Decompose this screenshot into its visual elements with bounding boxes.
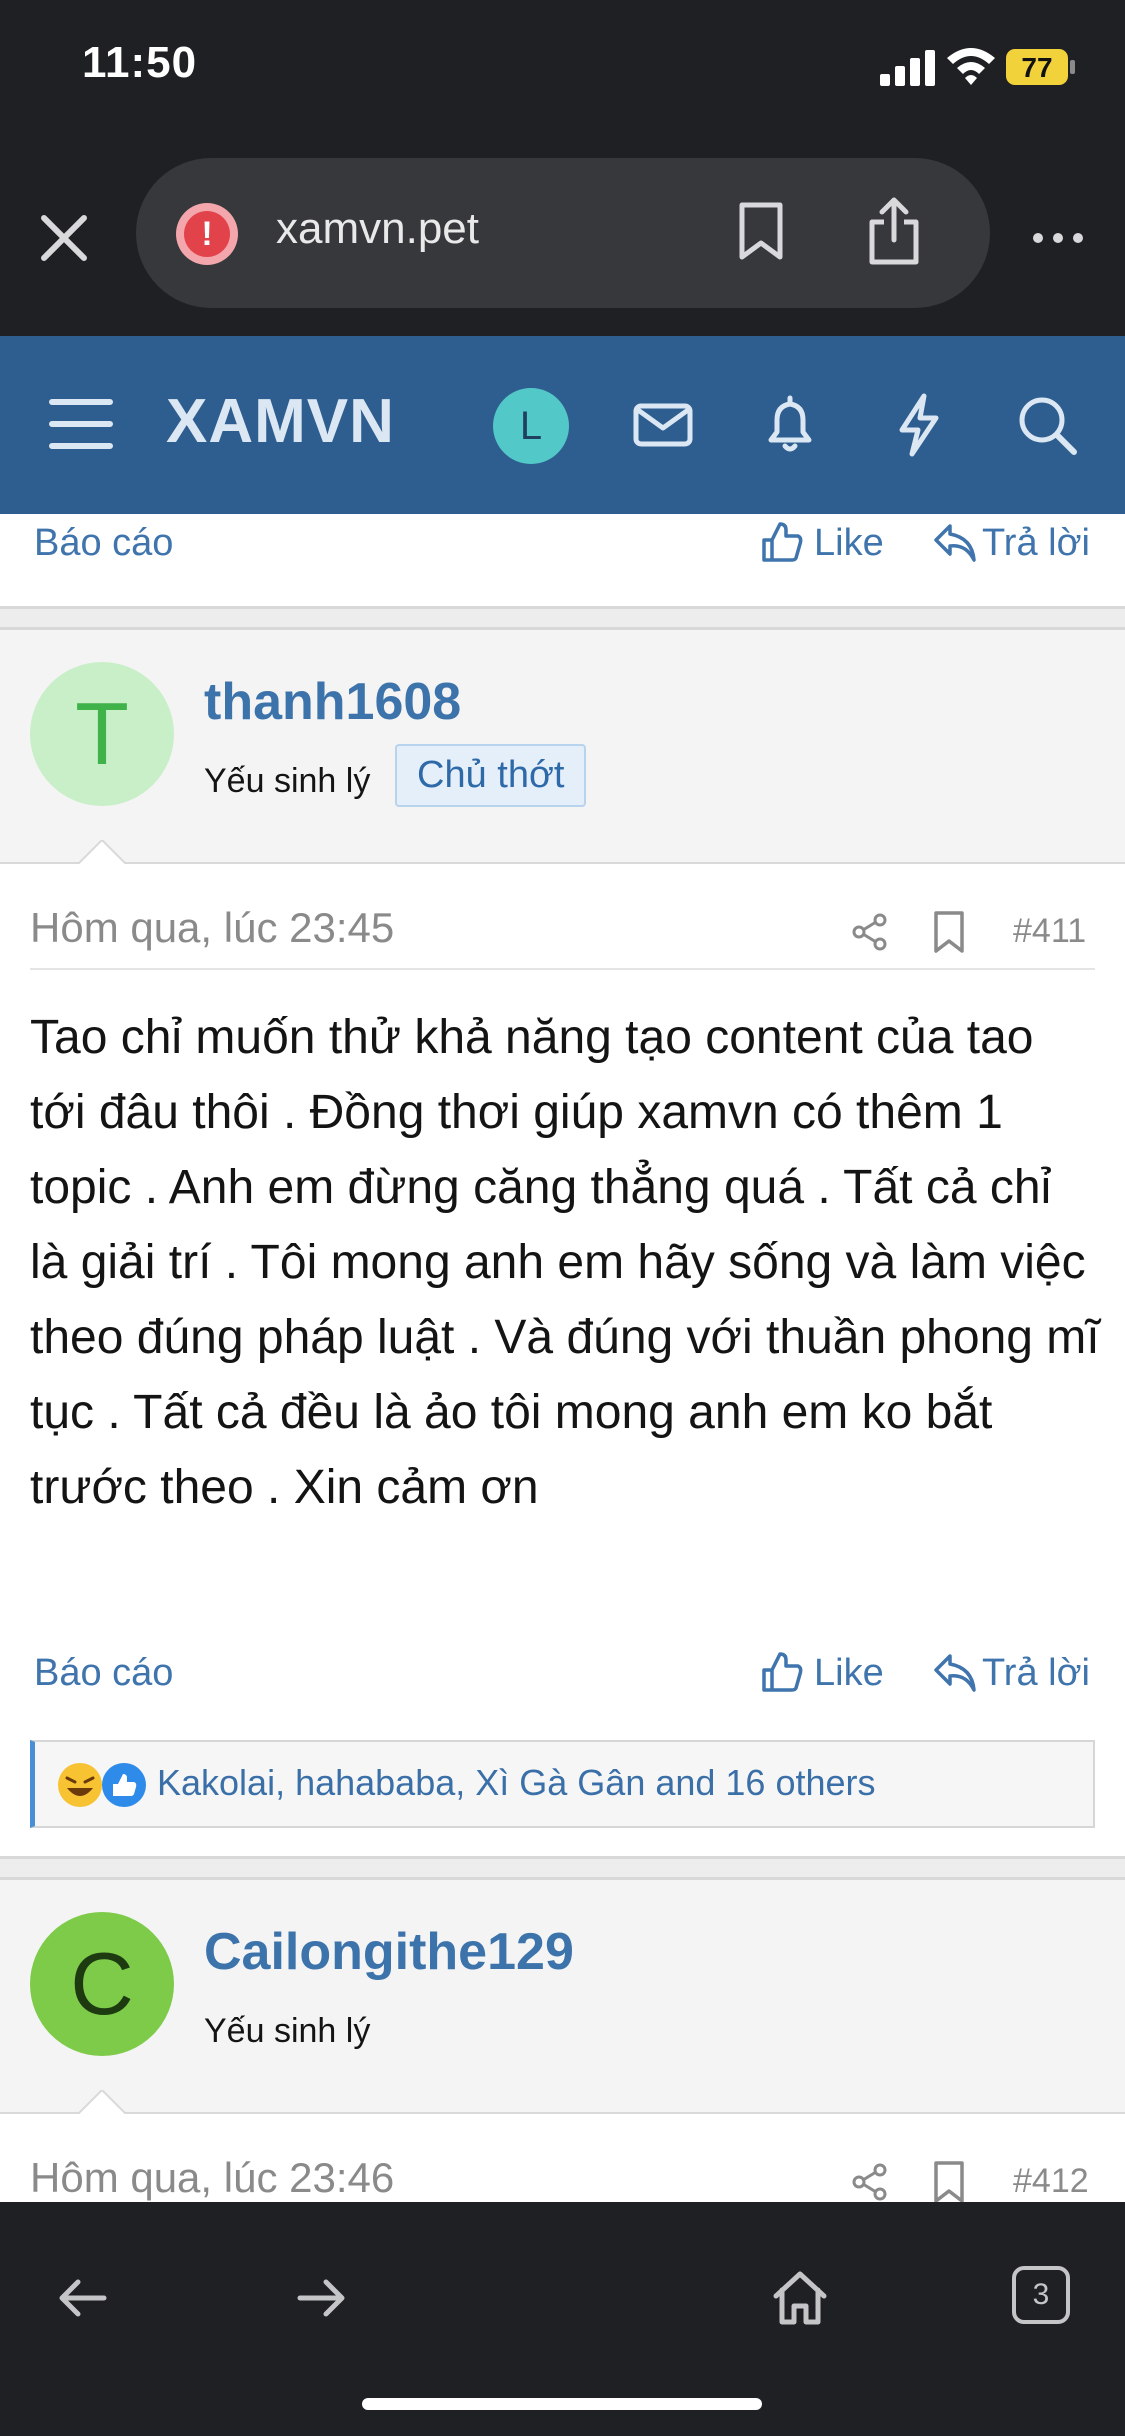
home-icon[interactable] — [770, 2268, 830, 2328]
browser-toolbar: ! xamvn.pet — [0, 140, 1125, 336]
like-label: Like — [814, 522, 884, 564]
reply-icon — [934, 1654, 976, 1692]
bookmark-icon[interactable] — [930, 2160, 968, 2204]
bookmark-icon[interactable] — [930, 910, 968, 954]
user-title: Yếu sinh lý — [204, 762, 371, 800]
more-icon[interactable] — [1030, 218, 1086, 258]
lightning-icon[interactable] — [886, 392, 952, 458]
post-separator — [0, 606, 1125, 630]
site-logo[interactable]: XAMVN — [166, 386, 395, 457]
like-button[interactable]: Like — [760, 1652, 884, 1695]
post-number[interactable]: #411 — [1013, 912, 1086, 951]
post-separator — [0, 1856, 1125, 1880]
post-number[interactable]: #412 — [1013, 2162, 1089, 2201]
post-2-user-header: C Cailongithe129 Yếu sinh lý — [0, 1880, 1125, 2116]
close-icon[interactable] — [36, 210, 92, 266]
browser-bottom-toolbar: 3 — [0, 2202, 1125, 2436]
post-1-meta: Hôm qua, lúc 23:45 #411 — [30, 900, 1095, 970]
share-icon[interactable] — [850, 2162, 890, 2202]
post-1-actions: Báo cáo Like Trả lời — [0, 1642, 1125, 1712]
share-icon[interactable] — [866, 196, 922, 266]
alert-icon[interactable]: ! — [176, 203, 238, 265]
reactions-text[interactable]: Kakolai, hahababa, Xì Gà Gân and 16 othe… — [157, 1762, 876, 1804]
thumbs-up-icon — [762, 522, 803, 562]
wifi-icon — [947, 48, 995, 85]
reply-label: Trả lời — [982, 522, 1090, 564]
site-header: XAMVN L — [0, 336, 1125, 514]
search-icon[interactable] — [1014, 392, 1080, 458]
menu-icon[interactable] — [48, 394, 114, 454]
username[interactable]: Cailongithe129 — [204, 1922, 574, 1982]
reactions-bar[interactable]: Kakolai, hahababa, Xì Gà Gân and 16 othe… — [30, 1740, 1095, 1828]
url-text[interactable]: xamvn.pet — [276, 204, 479, 254]
like-button[interactable]: Like — [760, 522, 884, 565]
bell-icon[interactable] — [757, 392, 823, 458]
report-link[interactable]: Báo cáo — [34, 522, 173, 565]
arrow-notch — [76, 2090, 128, 2116]
user-avatar[interactable]: C — [30, 1912, 174, 2056]
reply-icon — [934, 524, 976, 562]
forward-icon[interactable] — [292, 2268, 352, 2328]
post-1-body: Tao chỉ muốn thử khả năng tạo content củ… — [30, 1011, 1100, 1514]
reply-button[interactable]: Trả lời — [932, 522, 1090, 565]
share-icon[interactable] — [850, 912, 890, 952]
like-label: Like — [814, 1652, 884, 1694]
address-bar[interactable]: ! xamvn.pet — [136, 158, 990, 308]
report-link[interactable]: Báo cáo — [34, 1652, 173, 1695]
status-bar: 11:50 77 — [0, 0, 1125, 140]
thumbs-up-icon — [762, 1652, 803, 1692]
back-icon[interactable] — [52, 2268, 112, 2328]
tabs-icon[interactable]: 3 — [1012, 2266, 1070, 2324]
home-indicator[interactable] — [362, 2398, 762, 2410]
status-time: 11:50 — [82, 38, 198, 87]
user-title: Yếu sinh lý — [204, 2012, 371, 2050]
account-avatar[interactable]: L — [493, 388, 569, 464]
post-date[interactable]: Hôm qua, lúc 23:45 — [30, 904, 394, 952]
reply-label: Trả lời — [982, 1652, 1090, 1694]
cellular-signal-icon — [880, 50, 935, 86]
bookmark-icon[interactable] — [736, 201, 786, 261]
username[interactable]: thanh1608 — [204, 672, 461, 732]
arrow-notch — [76, 840, 128, 866]
mail-icon[interactable] — [630, 392, 696, 458]
battery-level: 77 — [1021, 52, 1052, 83]
user-avatar[interactable]: T — [30, 662, 174, 806]
like-reaction-icon — [102, 1763, 146, 1807]
reply-button[interactable]: Trả lời — [932, 1652, 1090, 1695]
previous-post-actions: Báo cáo Like Trả lời — [0, 512, 1125, 582]
battery-icon: 77 — [1006, 49, 1075, 85]
post-1-user-header: T thanh1608 Yếu sinh lý Chủ thớt — [0, 630, 1125, 866]
thread-starter-badge: Chủ thớt — [395, 744, 587, 807]
post-date[interactable]: Hôm qua, lúc 23:46 — [30, 2154, 394, 2202]
laughing-emoji-icon — [58, 1763, 102, 1807]
